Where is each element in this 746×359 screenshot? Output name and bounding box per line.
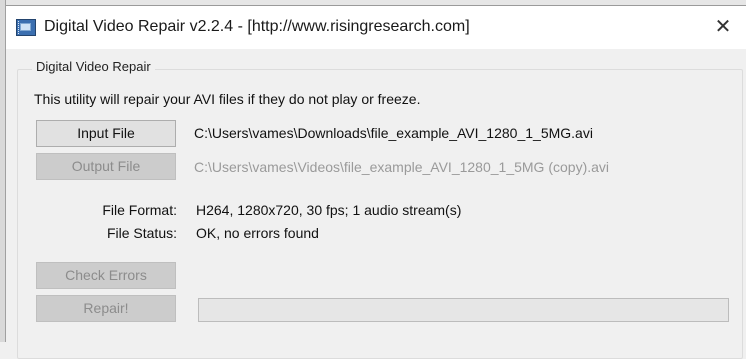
input-file-button[interactable]: Input File [36,120,176,147]
file-status-label: File Status: [106,225,177,241]
file-status-value: OK, no errors found [196,225,319,241]
dialog-client-area: Digital Video Repair This utility will r… [6,49,746,359]
check-errors-button[interactable]: Check Errors [36,262,176,289]
file-format-value: H264, 1280x720, 30 fps; 1 audio stream(s… [196,202,462,218]
description-text: This utility will repair your AVI files … [34,91,421,107]
close-icon[interactable]: ✕ [700,6,746,49]
output-file-button[interactable]: Output File [36,153,176,180]
window-title: Digital Video Repair v2.2.4 - [http://ww… [44,18,470,35]
app-film-icon [16,19,36,36]
repair-progress-bar [198,298,729,322]
output-file-path: C:\Users\vames\Videos\file_example_AVI_1… [194,159,610,175]
input-file-path: C:\Users\vames\Downloads\file_example_AV… [194,125,593,141]
file-format-label: File Format: [102,202,177,218]
group-label: Digital Video Repair [32,59,155,74]
repair-button[interactable]: Repair! [36,295,176,322]
title-bar[interactable]: Digital Video Repair v2.2.4 - [http://ww… [6,5,746,49]
